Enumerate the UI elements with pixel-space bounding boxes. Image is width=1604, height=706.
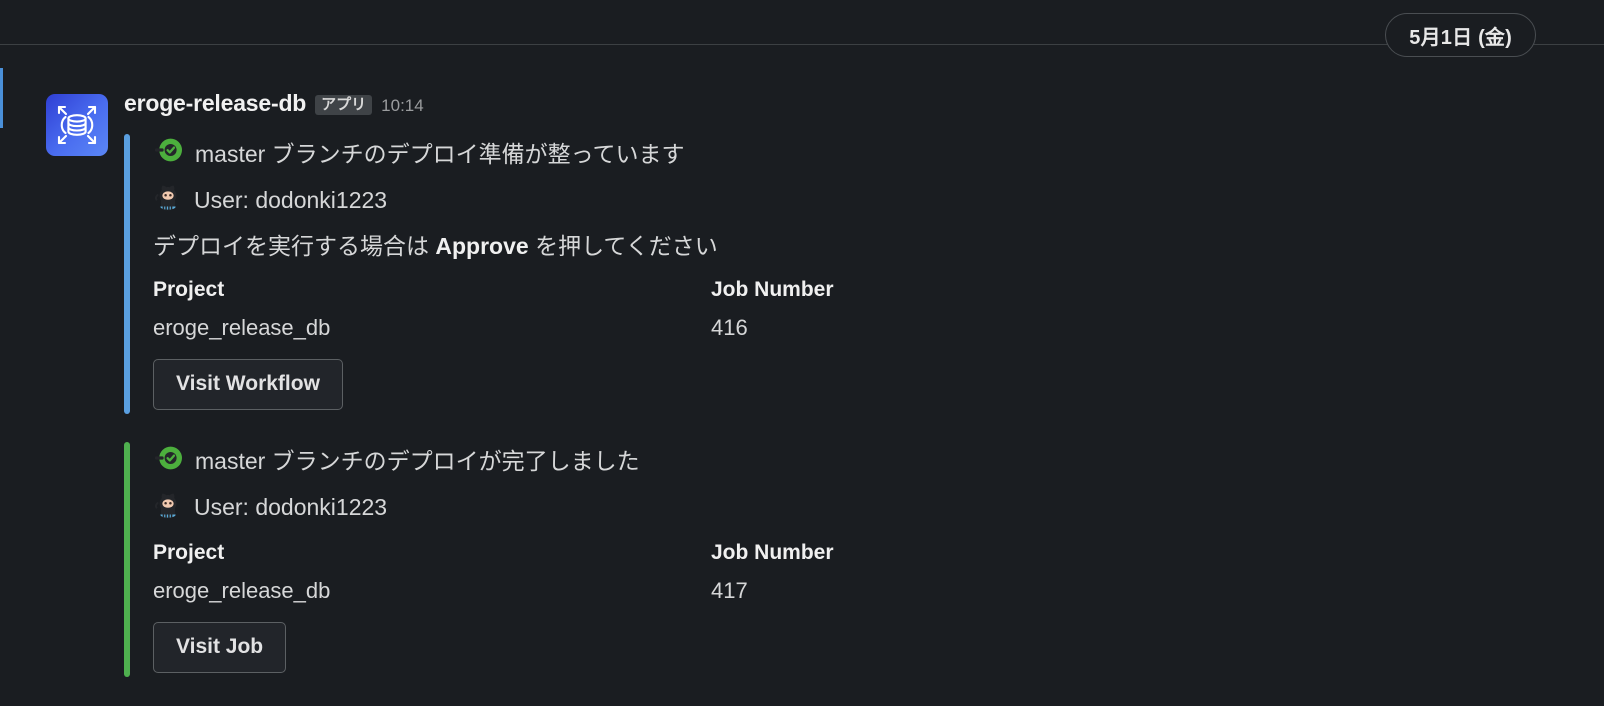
attachment-title-text: master ブランチのデプロイが完了しました	[195, 448, 640, 475]
database-expand-icon	[46, 94, 108, 156]
field-value: 416	[711, 314, 748, 340]
message-header: eroge-release-db アプリ 10:14	[124, 90, 1604, 120]
attachment-user-text: User: dodonki1223	[194, 494, 388, 521]
visit-workflow-button[interactable]: Visit Workflow	[153, 358, 343, 410]
attachment-title-text: master ブランチのデプロイ準備が整っています	[195, 140, 685, 167]
attachment-title: master ブランチのデプロイ準備が整っています	[153, 134, 1604, 174]
attachment-instruction: デプロイを実行する場合は Approve を押してください	[153, 230, 1604, 262]
field-title: Project	[153, 277, 225, 301]
field-title: Job Number	[711, 277, 834, 301]
attachment-field: Project eroge_release_db	[153, 278, 711, 341]
octocat-emoji	[153, 181, 183, 219]
attachment-block: master ブランチのデプロイ準備が整っています User: dodonki1…	[124, 134, 1604, 414]
attachment-block: master ブランチのデプロイが完了しました User: dodonki122…	[124, 441, 1604, 678]
circleci-success-icon	[153, 134, 185, 174]
attachment-field: Job Number 417	[711, 541, 1269, 604]
attachment-user-line: User: dodonki1223	[153, 181, 1604, 219]
attachment-fields: Project eroge_release_db Job Number 416	[153, 278, 1604, 341]
visit-job-button[interactable]: Visit Job	[153, 622, 287, 674]
instruction-suffix: を押してください	[528, 232, 718, 259]
attachment-user-line: User: dodonki1223	[153, 489, 1604, 527]
app-avatar[interactable]	[46, 94, 108, 156]
field-value: eroge_release_db	[153, 314, 331, 340]
attachment-field: Job Number 416	[711, 278, 1269, 341]
app-badge: アプリ	[315, 95, 373, 115]
circleci-success-icon	[153, 442, 185, 482]
instruction-prefix: デプロイを実行する場合は	[153, 232, 436, 259]
attachment-title: master ブランチのデプロイが完了しました	[153, 442, 1604, 482]
field-title: Project	[153, 541, 225, 565]
attachment-field: Project eroge_release_db	[153, 541, 711, 604]
divider-rule	[0, 44, 1604, 45]
attachment-fields: Project eroge_release_db Job Number 417	[153, 541, 1604, 604]
octocat-emoji	[153, 489, 183, 527]
attachment-color-bar	[124, 134, 130, 414]
field-value: eroge_release_db	[153, 578, 331, 604]
attachment-color-bar	[124, 441, 130, 678]
date-pill-label: 5月1日 (金)	[1409, 26, 1512, 49]
attachment-user-text: User: dodonki1223	[194, 186, 388, 213]
field-title: Job Number	[711, 541, 834, 565]
message-timestamp[interactable]: 10:14	[381, 96, 424, 116]
field-value: 417	[711, 578, 748, 604]
instruction-emphasis: Approve	[435, 232, 529, 259]
date-pill-button[interactable]: 5月1日 (金)	[1385, 13, 1536, 57]
date-divider: 5月1日 (金)	[0, 0, 1604, 88]
sender-name[interactable]: eroge-release-db	[124, 90, 306, 117]
message-row: eroge-release-db アプリ 10:14 master ブランチのデ…	[0, 88, 1604, 678]
